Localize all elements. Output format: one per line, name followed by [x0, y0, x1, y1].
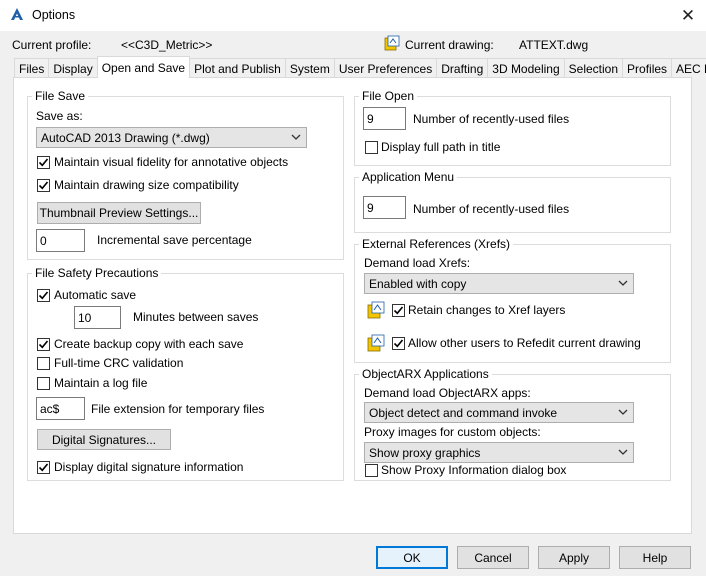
- proxy-images-dropdown[interactable]: Show proxy graphics: [364, 442, 634, 463]
- window-title: Options: [32, 8, 76, 22]
- help-button[interactable]: Help: [619, 546, 691, 569]
- check-icon: [38, 463, 49, 472]
- title-bar: [0, 0, 706, 31]
- retain-xref-layers-label: Retain changes to Xref layers: [408, 303, 566, 317]
- apply-button[interactable]: Apply: [538, 546, 610, 569]
- file-safety-legend: File Safety Precautions: [32, 266, 162, 280]
- digsig-info-checkbox[interactable]: [37, 461, 50, 474]
- log-file-checkbox[interactable]: [37, 377, 50, 390]
- minutes-between-saves-label: Minutes between saves: [133, 310, 259, 324]
- tab-selection[interactable]: Selection: [563, 58, 624, 78]
- full-path-checkbox[interactable]: [365, 141, 378, 154]
- allow-refedit-label: Allow other users to Refedit current dra…: [408, 336, 641, 350]
- check-icon: [38, 340, 49, 349]
- temp-extension-input[interactable]: ac$: [36, 397, 85, 420]
- save-as-label: Save as:: [36, 109, 83, 123]
- current-drawing-label: Current drawing:: [405, 38, 494, 52]
- check-icon: [38, 181, 49, 190]
- ok-button[interactable]: OK: [376, 546, 448, 569]
- thumbnail-settings-button[interactable]: Thumbnail Preview Settings...: [37, 202, 201, 224]
- save-as-value: AutoCAD 2013 Drawing (*.dwg): [41, 130, 210, 145]
- demand-load-xrefs-label: Demand load Xrefs:: [364, 256, 471, 270]
- temp-extension-label: File extension for temporary files: [91, 402, 265, 416]
- check-icon: [393, 306, 404, 315]
- fidelity-label: Maintain visual fidelity for annotative …: [54, 155, 289, 169]
- digsig-info-label: Display digital signature information: [54, 460, 244, 474]
- proxy-images-value: Show proxy graphics: [369, 445, 481, 460]
- proxy-info-checkbox[interactable]: [365, 464, 378, 477]
- objectarx-legend: ObjectARX Applications: [359, 367, 492, 381]
- file-save-legend: File Save: [32, 89, 89, 103]
- allow-refedit-checkbox[interactable]: [392, 337, 405, 350]
- autosave-checkbox[interactable]: [37, 289, 50, 302]
- chevron-down-icon: [618, 449, 628, 455]
- size-compat-label: Maintain drawing size compatibility: [54, 178, 239, 192]
- incremental-save-input[interactable]: 0: [36, 229, 85, 252]
- tab-aec-editor[interactable]: AEC Editor: [671, 58, 706, 78]
- check-icon: [393, 339, 404, 348]
- backup-copy-label: Create backup copy with each save: [54, 337, 244, 351]
- xref-drawing-icon: [367, 301, 385, 319]
- tab-system[interactable]: System: [284, 58, 335, 78]
- retain-xref-layers-checkbox[interactable]: [392, 304, 405, 317]
- demand-load-arx-label: Demand load ObjectARX apps:: [364, 386, 531, 400]
- proxy-info-label: Show Proxy Information dialog box: [381, 463, 567, 477]
- tab-plot-and-publish[interactable]: Plot and Publish: [189, 58, 286, 78]
- crc-validation-checkbox[interactable]: [37, 357, 50, 370]
- chevron-down-icon: [618, 409, 628, 415]
- current-drawing-value: ATTEXT.dwg: [519, 38, 589, 52]
- tab-open-and-save[interactable]: Open and Save: [96, 56, 191, 78]
- file-open-recent-label: Number of recently-used files: [413, 112, 570, 126]
- cancel-button[interactable]: Cancel: [457, 546, 529, 569]
- close-button[interactable]: ✕: [670, 0, 706, 31]
- log-file-label: Maintain a log file: [54, 376, 148, 390]
- app-menu-recent-input[interactable]: 9: [363, 196, 406, 219]
- demand-load-xrefs-dropdown[interactable]: Enabled with copy: [364, 273, 634, 294]
- incremental-save-label: Incremental save percentage: [97, 233, 252, 247]
- size-compat-checkbox[interactable]: [37, 179, 50, 192]
- chevron-down-icon: [291, 134, 301, 140]
- demand-load-arx-dropdown[interactable]: Object detect and command invoke: [364, 402, 634, 423]
- fidelity-checkbox[interactable]: [37, 156, 50, 169]
- drawing-file-icon: [384, 35, 400, 51]
- tab-3d-modeling[interactable]: 3D Modeling: [487, 58, 565, 78]
- tab-strip: Files Display Open and Save Plot and Pub…: [14, 56, 706, 78]
- application-menu-legend: Application Menu: [359, 170, 458, 184]
- tab-profiles[interactable]: Profiles: [622, 58, 673, 78]
- save-as-dropdown[interactable]: AutoCAD 2013 Drawing (*.dwg): [36, 127, 307, 148]
- check-icon: [38, 158, 49, 167]
- chevron-down-icon: [618, 280, 628, 286]
- minutes-between-saves-input[interactable]: 10: [74, 306, 121, 329]
- proxy-images-label: Proxy images for custom objects:: [364, 425, 541, 439]
- demand-load-arx-value: Object detect and command invoke: [369, 405, 558, 420]
- xref-drawing-icon: [367, 334, 385, 352]
- full-path-label: Display full path in title: [381, 140, 501, 154]
- current-profile-label: Current profile:: [12, 38, 92, 52]
- check-icon: [38, 291, 49, 300]
- backup-copy-checkbox[interactable]: [37, 338, 50, 351]
- current-profile-value: <<C3D_Metric>>: [121, 38, 213, 52]
- digital-signatures-button[interactable]: Digital Signatures...: [37, 429, 171, 450]
- file-open-legend: File Open: [359, 89, 418, 103]
- tab-user-preferences[interactable]: User Preferences: [333, 58, 438, 78]
- tab-drafting[interactable]: Drafting: [436, 58, 489, 78]
- autosave-label: Automatic save: [54, 288, 137, 302]
- autocad-logo-icon: [11, 8, 23, 20]
- demand-load-xrefs-value: Enabled with copy: [369, 276, 467, 291]
- xrefs-legend: External References (Xrefs): [359, 237, 514, 251]
- tab-files[interactable]: Files: [14, 58, 50, 78]
- app-menu-recent-label: Number of recently-used files: [413, 202, 570, 216]
- tab-display[interactable]: Display: [48, 58, 98, 78]
- file-open-recent-input[interactable]: 9: [363, 107, 406, 130]
- crc-validation-label: Full-time CRC validation: [54, 356, 184, 370]
